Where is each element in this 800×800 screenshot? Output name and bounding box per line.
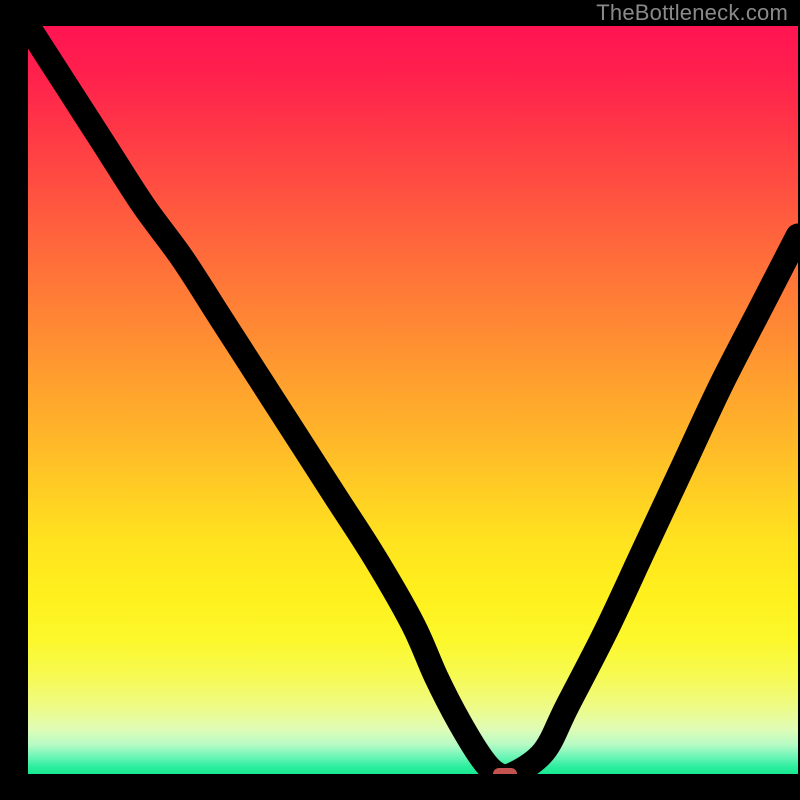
minimum-marker — [493, 768, 517, 774]
plot-area — [28, 26, 798, 774]
curve-svg — [28, 26, 798, 774]
bottleneck-curve — [28, 26, 798, 774]
chart-frame: TheBottleneck.com — [0, 0, 800, 800]
watermark-text: TheBottleneck.com — [596, 0, 788, 26]
